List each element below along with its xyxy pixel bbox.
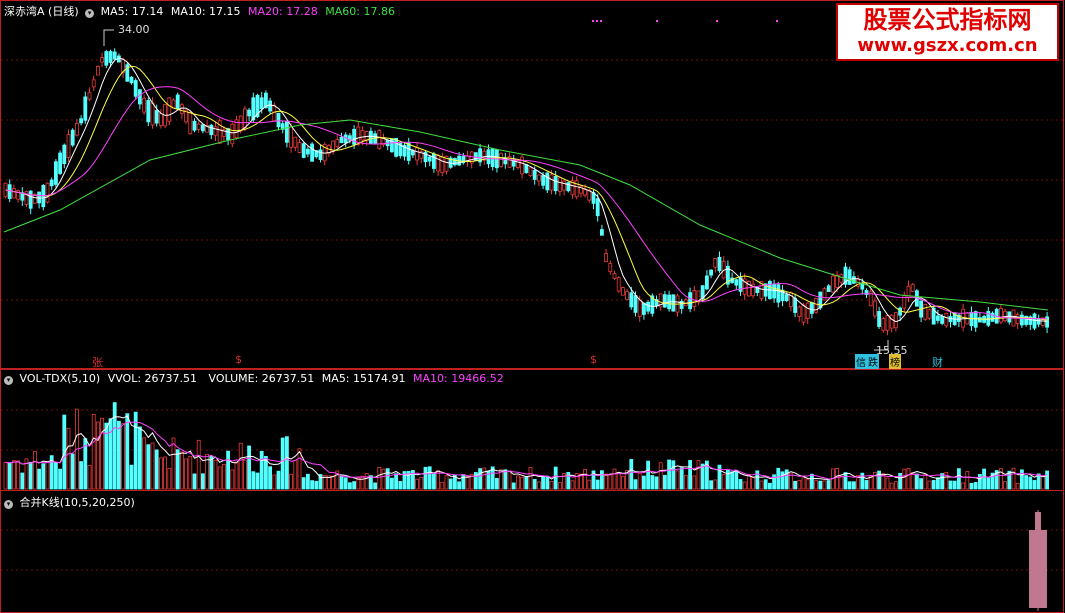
ma20-label: MA20: 17.28 xyxy=(248,5,318,18)
indicator-name[interactable]: 合并K线(10,5,20,250) xyxy=(20,496,135,509)
settings-toggle-icon[interactable]: ▾ xyxy=(85,9,95,18)
event-marker-bang[interactable]: 榜 xyxy=(889,354,901,369)
stock-name[interactable]: 深赤湾A (日线) xyxy=(4,5,79,18)
stock-chart[interactable] xyxy=(0,0,1065,613)
event-marker-zhang[interactable]: 张 xyxy=(92,354,103,370)
vvol-label: VVOL: 26737.51 xyxy=(107,372,198,385)
merged-kline-bar xyxy=(1029,510,1047,611)
indicator-settings-icon[interactable]: ▾ xyxy=(4,500,13,509)
vol-ma10-label: MA10: 19466.52 xyxy=(413,372,504,385)
event-marker-dollar-1[interactable]: $ xyxy=(235,353,242,366)
ma5-label: MA5: 17.14 xyxy=(100,5,164,18)
ma10-line xyxy=(5,65,1048,321)
price-extreme-markers xyxy=(103,29,889,351)
volume-settings-icon[interactable]: ▾ xyxy=(4,376,13,385)
watermark-logo: 股票公式指标网 www.gszx.com.cn xyxy=(836,3,1059,61)
grid-lines xyxy=(1,59,1063,571)
watermark-title: 股票公式指标网 xyxy=(863,6,1032,34)
main-header: 深赤湾A (日线) ▾ MA5: 17.14 MA10: 17.15 MA20:… xyxy=(4,3,395,19)
volume-label: VOLUME: 26737.51 xyxy=(208,372,315,385)
event-marker-dollar-2[interactable]: $ xyxy=(590,353,597,366)
ma60-label: MA60: 17.86 xyxy=(325,5,395,18)
volume-indicator-name[interactable]: VOL-TDX(5,10) xyxy=(20,372,101,385)
watermark-url: www.gszx.com.cn xyxy=(857,35,1038,56)
ma60-line xyxy=(3,119,1049,311)
vol-ma5-label: MA5: 15174.91 xyxy=(321,372,406,385)
event-marker-die[interactable]: 跌 xyxy=(867,354,879,369)
indicator-header: ▾ 合并K线(10,5,20,250) xyxy=(4,494,135,510)
moving-average-lines xyxy=(3,57,1049,323)
high-price-label: 34.00 xyxy=(118,23,150,36)
event-marker-cai[interactable]: 财 xyxy=(932,354,943,370)
ma10-label: MA10: 17.15 xyxy=(170,5,241,18)
signal-dots xyxy=(592,20,838,22)
volume-header: ▾ VOL-TDX(5,10) VVOL: 26737.51 VOLUME: 2… xyxy=(4,372,504,385)
indicator-panel-border xyxy=(0,490,1064,613)
event-marker-xin[interactable]: 信 xyxy=(855,354,867,369)
